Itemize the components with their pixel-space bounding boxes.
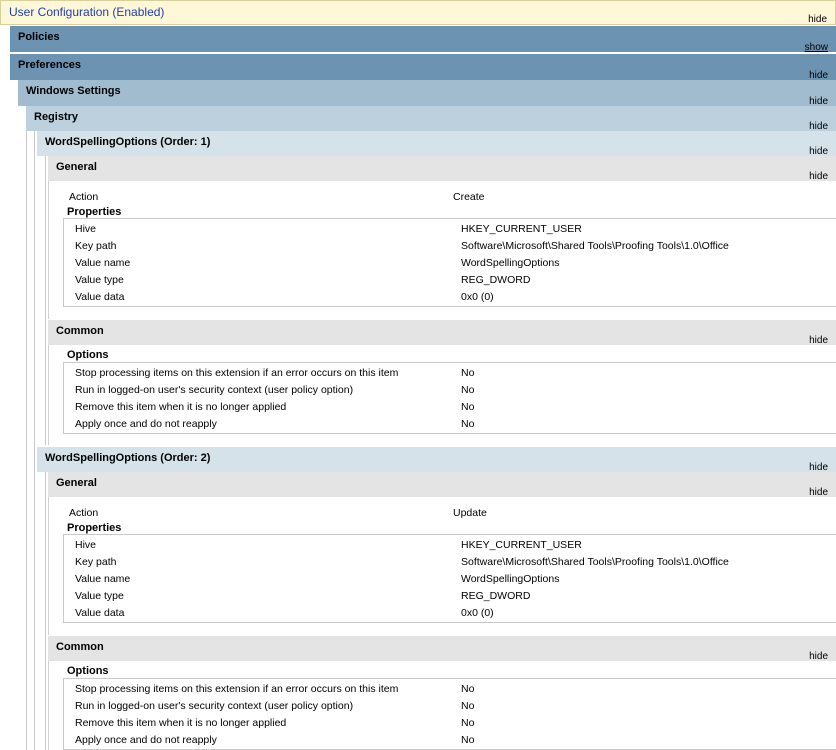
item-header: WordSpellingOptions (Order: 2) hide — [37, 447, 836, 473]
table-row: Run in logged-on user's security context… — [64, 381, 836, 398]
policies-title: Policies — [18, 31, 60, 43]
property-key: Hive — [75, 539, 97, 551]
item-title: WordSpellingOptions (Order: 1) — [45, 136, 211, 148]
indent-guide — [45, 472, 46, 750]
action-value: Update — [453, 507, 487, 519]
properties-table: Hive HKEY_CURRENT_USER Key path Software\M… — [63, 218, 836, 307]
item-header: WordSpellingOptions (Order: 1) hide — [37, 131, 836, 157]
registry-title: Registry — [34, 111, 79, 123]
windows-settings-header: Windows Settings hide — [18, 80, 836, 107]
option-value: No — [461, 700, 475, 712]
table-row: Value type REG_DWORD — [64, 271, 836, 288]
option-value: No — [461, 418, 475, 430]
table-row: Key path Software\Microsoft\Shared Tools\… — [64, 553, 836, 570]
property-value: 0x0 (0) — [461, 607, 494, 619]
action-label: Action — [69, 507, 99, 519]
option-value: No — [461, 367, 475, 379]
options-table: Stop processing items on this extension … — [63, 362, 836, 434]
user-configuration-hide-link[interactable]: hide — [808, 14, 827, 25]
property-key: Value name — [75, 573, 131, 585]
user-configuration-title: User Configuration (Enabled) — [9, 5, 165, 19]
properties-heading: Properties — [67, 522, 122, 534]
option-key: Stop processing items on this extension … — [75, 683, 399, 695]
options-heading: Options — [67, 349, 109, 361]
property-value: WordSpellingOptions — [461, 257, 560, 269]
property-value: Software\Microsoft\Shared Tools\Proofing… — [461, 556, 729, 568]
user-configuration-header: User Configuration (Enabled) hide — [0, 0, 836, 25]
property-key: Key path — [75, 556, 117, 568]
table-row: Remove this item when it is no longer ap… — [64, 714, 836, 731]
property-value: Software\Microsoft\Shared Tools\Proofing… — [461, 240, 729, 252]
general-title: General — [56, 161, 97, 173]
action-value: Create — [453, 191, 485, 203]
policies-show-link[interactable]: show — [805, 42, 828, 53]
table-row: Stop processing items on this extension … — [64, 680, 836, 697]
indent-guide — [26, 131, 27, 750]
common-section: Options Stop processing items on this ex… — [48, 661, 836, 750]
property-key: Value type — [75, 590, 124, 602]
general-section: Action Update Properties Hive HKEY_CURREN… — [48, 497, 836, 635]
common-header: Common hide — [48, 636, 836, 662]
indent-guide — [34, 131, 35, 750]
preferences-title: Preferences — [18, 59, 81, 71]
general-header: General hide — [48, 156, 836, 182]
properties-heading: Properties — [67, 206, 122, 218]
table-row: Apply once and do not reapply No — [64, 731, 836, 748]
action-label: Action — [69, 191, 99, 203]
table-row: Value data 0x0 (0) — [64, 288, 836, 305]
table-row: Key path Software\Microsoft\Shared Tools\… — [64, 237, 836, 254]
option-key: Remove this item when it is no longer ap… — [75, 717, 287, 729]
common-title: Common — [56, 641, 104, 653]
option-key: Run in logged-on user's security context… — [75, 700, 354, 712]
option-value: No — [461, 384, 475, 396]
table-row: Hive HKEY_CURRENT_USER — [64, 220, 836, 237]
option-key: Run in logged-on user's security context… — [75, 384, 354, 396]
property-value: REG_DWORD — [461, 590, 531, 602]
general-title: General — [56, 477, 97, 489]
table-row: Run in logged-on user's security context… — [64, 697, 836, 714]
property-key: Hive — [75, 223, 97, 235]
properties-table: Hive HKEY_CURRENT_USER Key path Software\M… — [63, 534, 836, 623]
property-value: REG_DWORD — [461, 274, 531, 286]
registry-header: Registry hide — [26, 106, 836, 132]
general-section: Action Create Properties Hive HKEY_CURREN… — [48, 181, 836, 319]
table-row: Hive HKEY_CURRENT_USER — [64, 536, 836, 553]
option-value: No — [461, 401, 475, 413]
option-key: Stop processing items on this extension … — [75, 367, 399, 379]
table-row: Value name WordSpellingOptions — [64, 254, 836, 271]
options-table: Stop processing items on this extension … — [63, 678, 836, 750]
property-value: HKEY_CURRENT_USER — [461, 223, 582, 235]
option-key: Apply once and do not reapply — [75, 734, 217, 746]
option-value: No — [461, 717, 475, 729]
item-title: WordSpellingOptions (Order: 2) — [45, 452, 211, 464]
general-header: General hide — [48, 472, 836, 498]
options-heading: Options — [67, 665, 109, 677]
common-title: Common — [56, 325, 104, 337]
option-key: Apply once and do not reapply — [75, 418, 217, 430]
preferences-header: Preferences hide — [10, 54, 836, 81]
property-key: Key path — [75, 240, 117, 252]
windows-settings-title: Windows Settings — [26, 85, 121, 97]
table-row: Stop processing items on this extension … — [64, 364, 836, 381]
option-key: Remove this item when it is no longer ap… — [75, 401, 287, 413]
policies-header: Policies show — [10, 26, 836, 53]
option-value: No — [461, 683, 475, 695]
table-row: Apply once and do not reapply No — [64, 415, 836, 432]
table-row: Value type REG_DWORD — [64, 587, 836, 604]
table-row: Remove this item when it is no longer ap… — [64, 398, 836, 415]
table-row: Value name WordSpellingOptions — [64, 570, 836, 587]
property-value: HKEY_CURRENT_USER — [461, 539, 582, 551]
common-header: Common hide — [48, 320, 836, 346]
property-value: WordSpellingOptions — [461, 573, 560, 585]
table-row: Value data 0x0 (0) — [64, 604, 836, 621]
property-key: Value data — [75, 291, 125, 303]
common-section: Options Stop processing items on this ex… — [48, 345, 836, 445]
indent-guide — [45, 156, 46, 445]
property-value: 0x0 (0) — [461, 291, 494, 303]
property-key: Value type — [75, 274, 124, 286]
property-key: Value data — [75, 607, 125, 619]
option-value: No — [461, 734, 475, 746]
property-key: Value name — [75, 257, 131, 269]
